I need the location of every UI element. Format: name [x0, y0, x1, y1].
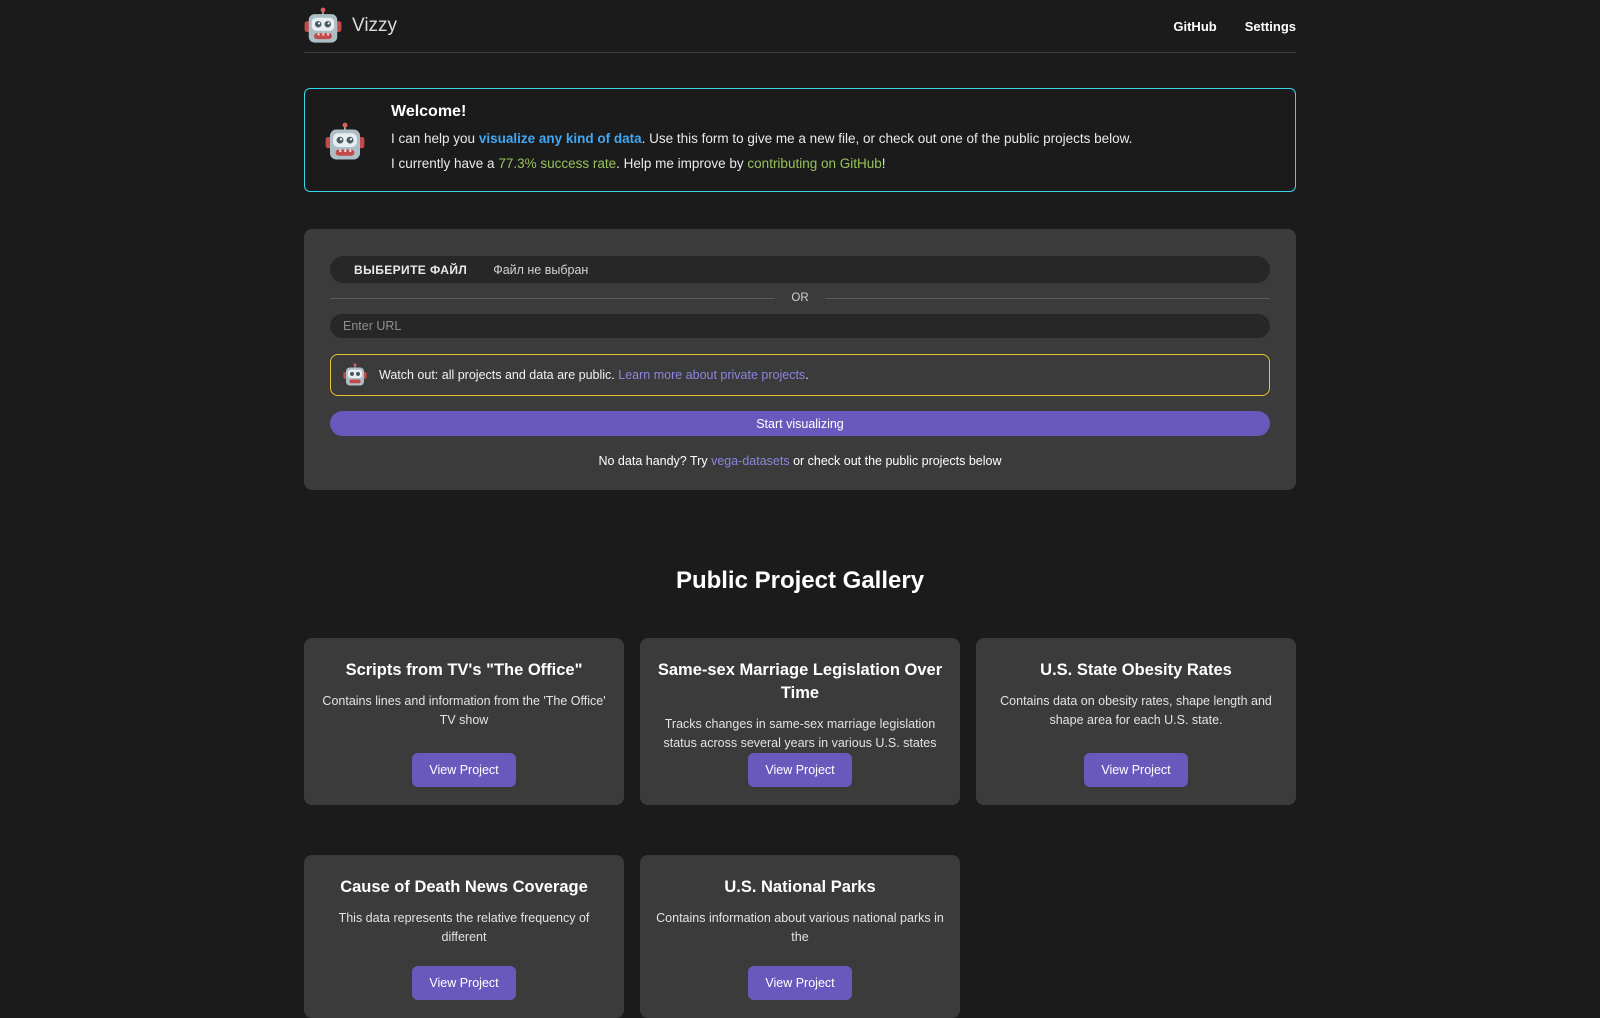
- vega-datasets-link[interactable]: vega-datasets: [711, 454, 790, 468]
- page-container: Vizzy GitHub Settings Welcome! I can hel…: [304, 0, 1296, 1018]
- contribute-github-link[interactable]: contributing on GitHub: [747, 156, 881, 171]
- url-input[interactable]: [330, 314, 1270, 338]
- project-description: Contains data on obesity rates, shape le…: [1000, 694, 1272, 727]
- view-project-button[interactable]: View Project: [412, 752, 516, 787]
- project-card-marriage-legislation: Same-sex Marriage Legislation Over Time …: [640, 638, 960, 805]
- hint-suffix: or check out the public projects below: [789, 454, 1002, 468]
- file-upload-input[interactable]: ВЫБЕРИТЕ ФАЙЛ Файл не выбран: [330, 256, 1270, 283]
- or-divider: OR: [330, 292, 1270, 304]
- file-status-text: Файл не выбран: [493, 262, 589, 277]
- welcome-robot-icon: [325, 122, 365, 162]
- welcome-text: Welcome! I can help you visualize any ki…: [391, 103, 1132, 181]
- project-description: Contains information about various natio…: [656, 910, 944, 944]
- public-data-warning: Watch out: all projects and data are pub…: [330, 354, 1270, 396]
- project-description: Tracks changes in same-sex marriage legi…: [663, 717, 937, 750]
- nav-github-link[interactable]: GitHub: [1173, 19, 1216, 34]
- no-data-hint: No data handy? Try vega-datasets or chec…: [330, 454, 1270, 468]
- welcome-line2-middle: . Help me improve by: [616, 156, 748, 171]
- project-title: U.S. State Obesity Rates: [1040, 661, 1232, 679]
- view-project-button[interactable]: View Project: [1084, 752, 1188, 787]
- welcome-banner: Welcome! I can help you visualize any ki…: [304, 88, 1296, 192]
- project-title: Same-sex Marriage Legislation Over Time: [657, 661, 943, 703]
- project-title: Cause of Death News Coverage: [340, 877, 588, 896]
- success-rate-value: 77.3% success rate: [498, 156, 617, 171]
- choose-file-button[interactable]: ВЫБЕРИТЕ ФАЙЛ: [354, 263, 467, 277]
- welcome-line-2: I currently have a 77.3% success rate. H…: [391, 156, 1132, 171]
- hint-prefix: No data handy? Try: [598, 454, 712, 468]
- header-nav: GitHub Settings: [1173, 19, 1296, 34]
- private-projects-link[interactable]: Learn more about private projects: [618, 368, 805, 382]
- header: Vizzy GitHub Settings: [304, 0, 1296, 53]
- project-description: Contains lines and information from the …: [322, 694, 606, 727]
- project-title: U.S. National Parks: [724, 877, 876, 896]
- view-project-button[interactable]: View Project: [748, 965, 852, 1000]
- warning-prefix: Watch out: all projects and data are pub…: [379, 368, 619, 382]
- welcome-title: Welcome!: [391, 103, 467, 120]
- start-visualizing-button[interactable]: Start visualizing: [330, 411, 1270, 436]
- gallery-title: Public Project Gallery: [675, 567, 925, 594]
- project-title: Scripts from TV's "The Office": [345, 661, 583, 679]
- nav-settings-link[interactable]: Settings: [1245, 19, 1296, 34]
- view-project-button[interactable]: View Project: [748, 752, 852, 787]
- project-grid: Scripts from TV's "The Office" Contains …: [304, 638, 1296, 1018]
- project-card-cause-of-death: Cause of Death News Coverage This data r…: [304, 854, 624, 1018]
- warning-robot-icon: [343, 363, 367, 387]
- welcome-line2-suffix: !: [881, 156, 886, 171]
- upload-form-card: ВЫБЕРИТЕ ФАЙЛ Файл не выбран OR Enter UR…: [304, 229, 1296, 490]
- project-description: This data represents the relative freque…: [338, 910, 590, 944]
- app-title: Vizzy: [352, 15, 398, 36]
- divider-line-left: [330, 297, 776, 299]
- warning-suffix: .: [805, 368, 809, 382]
- project-card-national-parks: U.S. National Parks Contains information…: [640, 854, 960, 1018]
- welcome-line1-prefix: I can help you: [391, 131, 479, 146]
- welcome-highlight: visualize any kind of data: [478, 131, 642, 146]
- welcome-line1-suffix: . Use this form to give me a new file, o…: [641, 131, 1133, 146]
- brand[interactable]: Vizzy: [304, 7, 397, 45]
- welcome-line2-prefix: I currently have a: [391, 156, 499, 171]
- or-label: OR: [791, 292, 809, 304]
- vizzy-robot-logo-icon: [304, 7, 342, 45]
- project-card-the-office: Scripts from TV's "The Office" Contains …: [304, 638, 624, 805]
- welcome-line-1: I can help you visualize any kind of dat…: [391, 131, 1132, 146]
- divider-line-right: [824, 297, 1270, 299]
- view-project-button[interactable]: View Project: [412, 965, 516, 1000]
- project-card-obesity-rates: U.S. State Obesity Rates Contains data o…: [976, 638, 1296, 805]
- warning-text: Watch out: all projects and data are pub…: [379, 368, 809, 382]
